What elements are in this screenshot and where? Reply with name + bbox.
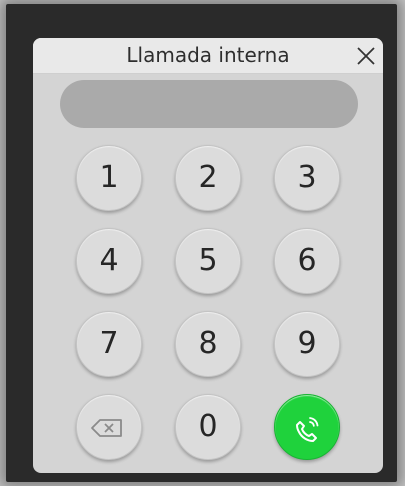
key-8[interactable]: 8 — [175, 311, 241, 377]
key-6[interactable]: 6 — [274, 228, 340, 294]
key-0[interactable]: 0 — [175, 394, 241, 460]
key-2[interactable]: 2 — [175, 145, 241, 211]
key-4[interactable]: 4 — [76, 228, 142, 294]
phone-call-icon — [296, 417, 319, 442]
dialog-titlebar: Llamada interna — [33, 38, 383, 74]
key-9[interactable]: 9 — [274, 311, 340, 377]
close-icon — [357, 47, 375, 65]
key-1[interactable]: 1 — [76, 145, 142, 211]
key-5[interactable]: 5 — [175, 228, 241, 294]
close-button[interactable] — [353, 43, 379, 69]
key-3[interactable]: 3 — [274, 145, 340, 211]
key-7[interactable]: 7 — [76, 311, 142, 377]
dialog-title: Llamada interna — [126, 43, 290, 67]
call-button[interactable] — [274, 394, 340, 460]
internal-call-dialog: Llamada interna 1 2 3 4 5 6 7 8 9 0 — [33, 38, 383, 473]
backspace-icon — [91, 419, 122, 437]
number-display[interactable] — [60, 80, 358, 128]
backspace-button[interactable] — [76, 394, 142, 460]
